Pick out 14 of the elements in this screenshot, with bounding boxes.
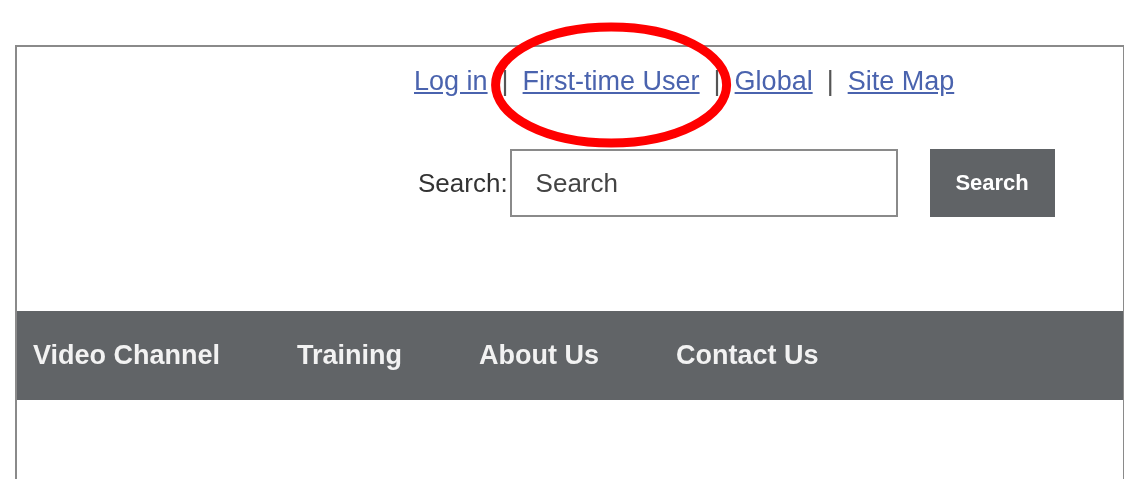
nav-item[interactable]: Video Channel [33, 340, 221, 371]
top-link[interactable]: Site Map [845, 65, 957, 97]
search-label: Search: [418, 167, 508, 199]
search-button[interactable]: Search [929, 149, 1055, 217]
nav-item[interactable]: Training [297, 340, 403, 371]
nav-item[interactable]: About Us [479, 340, 600, 371]
separator: | [501, 65, 509, 97]
search-field[interactable]: Search [509, 149, 898, 217]
separator: | [713, 65, 721, 97]
top-link[interactable]: Log in [412, 65, 490, 97]
nav-item[interactable]: Contact Us [676, 340, 819, 371]
top-link[interactable]: First-time User [520, 65, 702, 97]
top-link[interactable]: Global [732, 65, 815, 97]
separator: | [826, 65, 834, 97]
